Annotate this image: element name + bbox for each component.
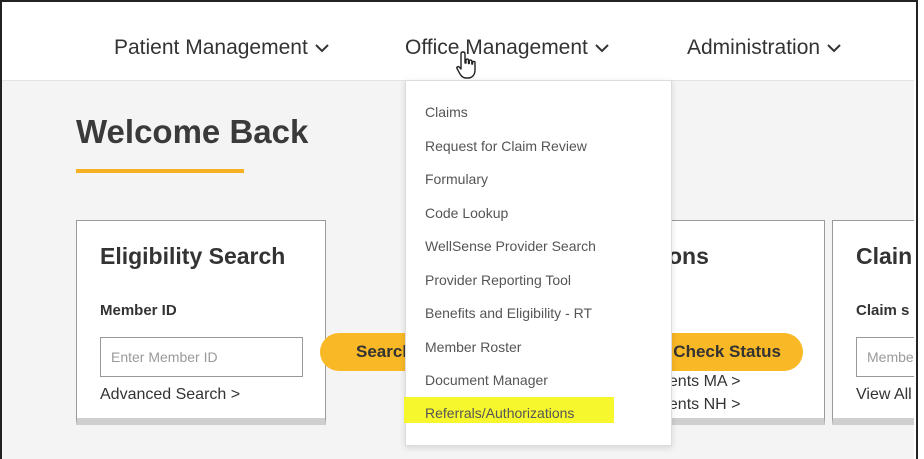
nav-patient-management-label: Patient Management [114, 36, 308, 59]
check-status-button[interactable]: Check Status [650, 333, 803, 371]
menu-item-request-claim-review[interactable]: Request for Claim Review [425, 138, 587, 154]
menu-item-formulary[interactable]: Formulary [425, 171, 488, 187]
nav-administration[interactable]: Administration [687, 36, 842, 60]
member-id-placeholder: Enter Member ID [111, 349, 218, 365]
menu-item-document-manager[interactable]: Document Manager [425, 372, 548, 388]
page-title: Welcome Back [76, 113, 309, 150]
claims-title-fragment: Clain [856, 243, 913, 269]
title-underline [76, 169, 244, 173]
authorizations-title-fragment: ons [668, 243, 709, 269]
hand-cursor-icon [456, 51, 476, 79]
menu-item-code-lookup[interactable]: Code Lookup [425, 205, 508, 221]
menu-item-member-roster[interactable]: Member Roster [425, 339, 521, 355]
chevron-down-icon [595, 44, 609, 53]
check-status-label: Check Status [673, 342, 781, 361]
menu-item-provider-reporting[interactable]: Provider Reporting Tool [425, 272, 571, 288]
nav-administration-label: Administration [687, 36, 821, 59]
chevron-down-icon [827, 44, 841, 53]
view-all-link[interactable]: View All [856, 386, 914, 404]
menu-item-referrals-authorizations[interactable]: Referrals/Authorizations [425, 405, 574, 421]
link-nh[interactable]: nents NH > [660, 396, 740, 414]
advanced-search-link[interactable]: Advanced Search > [100, 386, 240, 404]
member-id-label: Member ID [100, 302, 177, 319]
nav-office-management-label: Office Management [405, 36, 588, 59]
claims-label-fragment: Claim s [856, 302, 910, 319]
eligibility-title: Eligibility Search [100, 243, 286, 269]
link-ma[interactable]: nents MA > [660, 373, 741, 391]
menu-item-benefits-eligibility[interactable]: Benefits and Eligibility - RT [425, 305, 592, 321]
claims-placeholder: Membe [867, 349, 914, 365]
menu-item-provider-search[interactable]: WellSense Provider Search [425, 238, 596, 254]
claims-input[interactable]: Membe [856, 337, 914, 377]
chevron-down-icon [315, 44, 329, 53]
office-management-dropdown [405, 80, 672, 446]
menu-item-claims[interactable]: Claims [425, 104, 468, 120]
nav-patient-management[interactable]: Patient Management [114, 36, 330, 60]
nav-office-management[interactable]: Office Management [405, 36, 610, 60]
member-id-input[interactable]: Enter Member ID [100, 337, 303, 377]
